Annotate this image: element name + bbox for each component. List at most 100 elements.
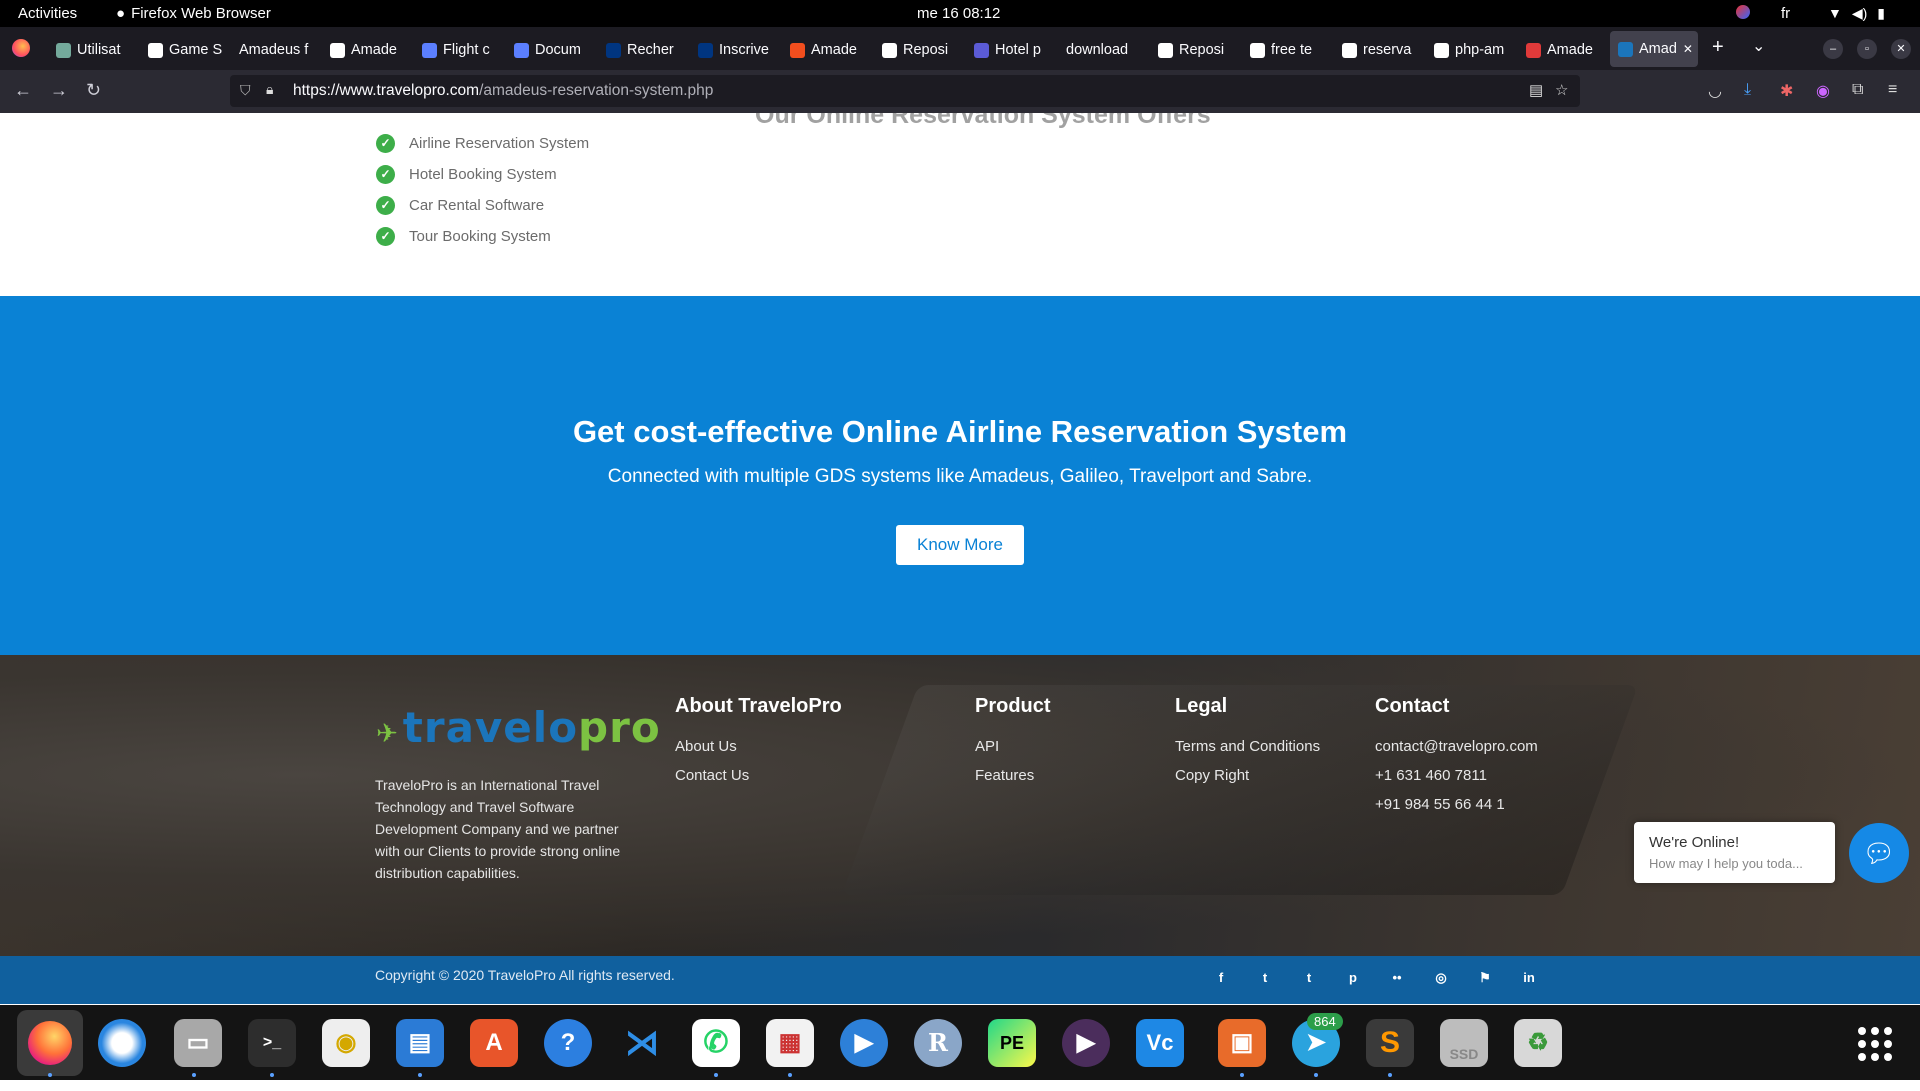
minimize-icon[interactable]: – [1823,39,1843,59]
footer-column-about: About TraveloPro About Us Contact Us [675,695,842,796]
activities-button[interactable]: Activities [18,5,77,22]
know-more-button[interactable]: Know More [896,525,1024,565]
tab[interactable]: Inscrive [698,36,774,64]
reader-view-icon[interactable]: ▤ [1529,81,1543,99]
document-viewer-icon[interactable]: ▦ [766,1019,814,1067]
tab[interactable]: Hotel p [974,36,1050,64]
extensions-icon[interactable]: ⧉ [1852,81,1863,99]
footer-link-about-us[interactable]: About Us [675,738,842,755]
chat-bubble-icon[interactable]: 💬︎ [1849,823,1909,883]
whatsapp-icon[interactable]: ✆ [692,1019,740,1067]
extension-wheel-icon[interactable]: ◉ [1816,81,1830,101]
impress-icon[interactable]: ▣ [1218,1019,1266,1067]
contact-phone-us[interactable]: +1 631 460 7811 [1375,767,1538,784]
firefox-view-icon[interactable] [12,39,30,57]
cta-subtitle: Connected with multiple GDS systems like… [607,466,1313,487]
footer-column-product: Product API Features [975,695,1051,796]
rhythmbox-icon[interactable]: ◉ [322,1019,370,1067]
media-player-icon[interactable]: ▶ [1062,1019,1110,1067]
tab[interactable]: Flight c [422,36,498,64]
download-icon[interactable]: ⤓ [1744,81,1751,99]
thunderbird-icon[interactable] [98,1019,146,1067]
tab[interactable]: Amade [1526,36,1602,64]
tab[interactable]: Utilisat [56,36,132,64]
tab[interactable]: Game S [148,36,224,64]
sublime-icon[interactable]: S [1366,1019,1414,1067]
tab[interactable]: Reposi [882,36,958,64]
github-icon [1158,42,1173,58]
tab[interactable]: free te [1250,36,1326,64]
pinterest-icon[interactable]: p [1344,970,1362,986]
r-icon[interactable]: R [914,1019,962,1067]
url-bar[interactable]: ⛉ 🔒︎ https://www.travelopro.com/amadeus-… [230,75,1580,107]
show-applications-icon[interactable] [1858,1027,1892,1061]
vcode-icon[interactable]: Vc [1136,1019,1184,1067]
tab[interactable]: Reposi [1158,36,1234,64]
tab[interactable]: Amade [790,36,866,64]
contact-phone-in[interactable]: +91 984 55 66 44 1 [1375,796,1538,813]
instagram-icon[interactable]: ◎ [1432,970,1450,986]
software-icon[interactable]: A [470,1019,518,1067]
list-all-tabs-icon[interactable]: ⌄ [1752,36,1765,56]
chat-subtitle: How may I help you toda... [1649,856,1803,871]
tab[interactable]: Docum [514,36,590,64]
footer-column-title: Product [975,695,1051,717]
app-menu[interactable]: ● Firefox Web Browser [116,5,271,22]
contact-email-link[interactable]: contact@travelopro.com [1375,738,1538,755]
pycharm-icon[interactable]: PE [988,1019,1036,1067]
files-icon[interactable]: ▭ [174,1019,222,1067]
tab-label: Utilisat [77,42,121,58]
tab[interactable]: Amade [330,36,406,64]
close-window-icon[interactable]: ✕ [1891,39,1911,59]
pocket-icon[interactable]: ◡ [1708,81,1722,101]
trash-icon[interactable]: ♻ [1514,1019,1562,1067]
footer-link-api[interactable]: API [975,738,1051,755]
bookmark-star-icon[interactable]: ☆ [1555,81,1568,99]
tab[interactable]: Recher [606,36,682,64]
system-tray[interactable]: ▼ ◀) ▮ [1828,5,1885,22]
running-indicator [192,1073,196,1077]
footer-link-copyright[interactable]: Copy Right [1175,767,1320,784]
tab[interactable]: php-am [1434,36,1510,64]
hamburger-menu-icon[interactable]: ≡ [1888,81,1897,99]
forward-icon[interactable]: → [50,80,68,101]
facebook-icon[interactable]: f [1212,970,1230,986]
tab[interactable]: Amadeus f [239,36,315,64]
running-indicator [1388,1073,1392,1077]
tracking-protection-icon[interactable]: ⛉ [240,82,251,99]
twitter-icon[interactable]: t [1256,970,1274,986]
url-text[interactable]: https://www.travelopro.com/amadeus-reser… [293,82,713,100]
reload-icon[interactable]: ↻ [86,80,101,101]
ssd-icon[interactable]: SSD [1440,1019,1488,1067]
extension-color-icon[interactable]: ✱ [1780,81,1793,101]
tab[interactable]: reserva [1342,36,1418,64]
restore-icon[interactable]: ▫ [1857,39,1877,59]
clock[interactable]: me 16 08:12 [917,5,1000,22]
back-icon[interactable]: ← [14,80,32,101]
linkedin-icon[interactable]: in [1520,970,1538,986]
firefox-icon[interactable] [17,1010,83,1076]
tab[interactable]: download [1066,36,1142,64]
footer-link-terms[interactable]: Terms and Conditions [1175,738,1320,755]
vscode-icon[interactable]: ⋊ [618,1019,666,1067]
new-tab-button[interactable]: + [1712,36,1724,59]
tumblr-icon[interactable]: t [1300,970,1318,986]
help-icon[interactable]: ? [544,1019,592,1067]
flickr-icon[interactable]: •• [1388,970,1406,986]
feature-label: Tour Booking System [409,228,551,245]
lock-icon[interactable]: 🔒︎ [266,81,273,98]
tab[interactable]: Amad ✕ [1610,31,1698,67]
close-tab-icon[interactable]: ✕ [1683,42,1693,56]
travelopro-logo[interactable]: ✈travelopro [376,703,661,752]
footer-link-contact-us[interactable]: Contact Us [675,767,842,784]
chat-popup[interactable]: We're Online! How may I help you toda... [1634,822,1835,883]
terminal-icon[interactable]: >_ [248,1019,296,1067]
screen-recorder-icon[interactable]: ▶ [840,1019,888,1067]
language-indicator[interactable]: fr [1781,5,1790,22]
writer-icon[interactable]: ▤ [396,1019,444,1067]
figma-icon [790,42,805,58]
foursquare-icon[interactable]: ⚑ [1476,970,1494,986]
copyright-bar: Copyright © 2020 TraveloPro All rights r… [0,956,1920,1004]
footer-link-features[interactable]: Features [975,767,1051,784]
notification-icon[interactable] [1736,5,1750,19]
